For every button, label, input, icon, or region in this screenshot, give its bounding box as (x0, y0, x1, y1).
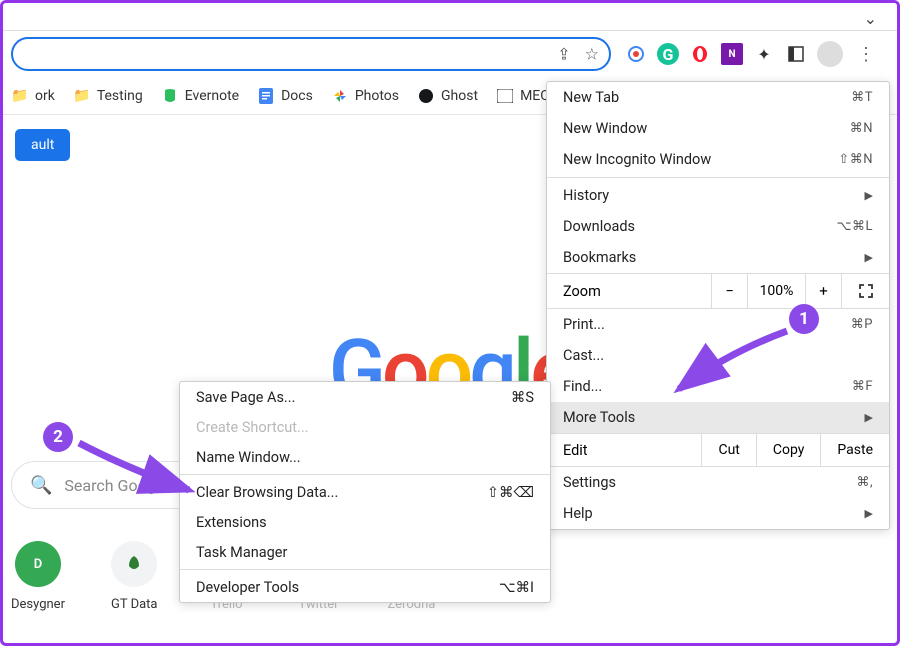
zoom-label: Zoom (547, 283, 711, 300)
submenu-save-page[interactable]: Save Page As...⌘S (180, 382, 550, 412)
menu-separator (547, 177, 889, 178)
chevron-down-icon[interactable]: ⌄ (864, 9, 877, 28)
submenu-developer-tools[interactable]: Developer Tools⌥⌘I (180, 572, 550, 602)
bookmark-item[interactable]: Docs (257, 87, 313, 105)
more-tools-submenu: Save Page As...⌘S Create Shortcut... Nam… (179, 381, 551, 603)
submenu-extensions[interactable]: Extensions (180, 507, 550, 537)
menu-edit-row: Edit Cut Copy Paste (547, 433, 889, 467)
menu-help[interactable]: Help▶ (547, 498, 889, 529)
folder-icon: 📁 (73, 87, 91, 105)
opera-icon[interactable] (689, 43, 711, 65)
menu-new-incognito[interactable]: New Incognito Window⇧⌘N (547, 144, 889, 175)
shortcut-tile[interactable]: GT Data (111, 541, 158, 612)
bookmark-item[interactable]: Photos (331, 87, 399, 105)
submenu-name-window[interactable]: Name Window... (180, 442, 550, 472)
zoom-in-button[interactable]: + (805, 274, 841, 308)
tile-icon (111, 541, 157, 587)
chrome-menu: New Tab⌘T New Window⌘N New Incognito Win… (546, 81, 890, 530)
docs-icon (257, 87, 275, 105)
annotation-badge-1: 1 (789, 304, 819, 334)
submenu-clear-browsing-data[interactable]: Clear Browsing Data...⇧⌘⌫ (180, 477, 550, 507)
menu-more-tools[interactable]: More Tools▶ (547, 402, 889, 433)
set-default-button[interactable]: ault (15, 129, 70, 161)
bookmark-item[interactable]: Ghost (417, 87, 478, 105)
paste-button[interactable]: Paste (820, 434, 889, 466)
cut-button[interactable]: Cut (701, 434, 755, 466)
onenote-icon[interactable]: N (721, 43, 743, 65)
edit-label: Edit (547, 442, 701, 459)
menu-separator (180, 474, 550, 475)
zoom-level: 100% (747, 274, 805, 308)
bookmark-item[interactable]: 📁Testing (73, 87, 143, 105)
menu-history[interactable]: History▶ (547, 180, 889, 211)
share-icon[interactable]: ⇪ (557, 45, 570, 64)
evernote-icon (161, 87, 179, 105)
submenu-arrow-icon: ▶ (865, 507, 873, 520)
profile-avatar[interactable] (817, 41, 843, 67)
star-icon[interactable]: ☆ (585, 45, 599, 64)
shortcut-tile[interactable]: DDesygner (11, 541, 65, 612)
window-titlebar: ⌄ (3, 3, 897, 31)
extension-icon[interactable] (625, 43, 647, 65)
menu-bookmarks[interactable]: Bookmarks▶ (547, 242, 889, 273)
menu-zoom-row: Zoom − 100% + (547, 273, 889, 309)
submenu-arrow-icon: ▶ (865, 411, 873, 424)
chrome-window: ⌄ ⇪ ☆ G N ✦ ⋮ 📁ork 📁Testing Evernote Doc… (0, 0, 900, 646)
copy-button[interactable]: Copy (756, 434, 821, 466)
bookmark-item[interactable]: Evernote (161, 87, 239, 105)
menu-downloads[interactable]: Downloads⌥⌘L (547, 211, 889, 242)
extensions-area: G N ✦ ⋮ (615, 41, 889, 67)
menu-new-window[interactable]: New Window⌘N (547, 113, 889, 144)
menu-new-tab[interactable]: New Tab⌘T (547, 82, 889, 113)
bookmark-item[interactable]: 📁ork (11, 87, 55, 105)
menu-settings[interactable]: Settings⌘, (547, 467, 889, 498)
photos-icon (331, 87, 349, 105)
submenu-arrow-icon: ▶ (865, 251, 873, 264)
ghost-icon (417, 87, 435, 105)
annotation-badge-2: 2 (43, 422, 73, 452)
toolbar: ⇪ ☆ G N ✦ ⋮ (3, 31, 897, 77)
more-menu-button[interactable]: ⋮ (853, 44, 879, 65)
tile-icon: D (15, 541, 61, 587)
menu-print[interactable]: Print...⌘P (547, 309, 889, 340)
menu-cast[interactable]: Cast... (547, 340, 889, 371)
search-icon: 🔍 (30, 475, 52, 496)
grammarly-icon[interactable]: G (657, 43, 679, 65)
zoom-out-button[interactable]: − (711, 274, 747, 308)
submenu-task-manager[interactable]: Task Manager (180, 537, 550, 567)
bookmark-favicon (496, 87, 514, 105)
fullscreen-button[interactable] (841, 274, 889, 308)
address-bar[interactable]: ⇪ ☆ (11, 37, 611, 71)
sidebar-icon[interactable] (785, 43, 807, 65)
menu-find[interactable]: Find...⌘F (547, 371, 889, 402)
extensions-puzzle-icon[interactable]: ✦ (753, 43, 775, 65)
menu-separator (180, 569, 550, 570)
folder-icon: 📁 (11, 87, 29, 105)
submenu-arrow-icon: ▶ (865, 189, 873, 202)
submenu-create-shortcut: Create Shortcut... (180, 412, 550, 442)
